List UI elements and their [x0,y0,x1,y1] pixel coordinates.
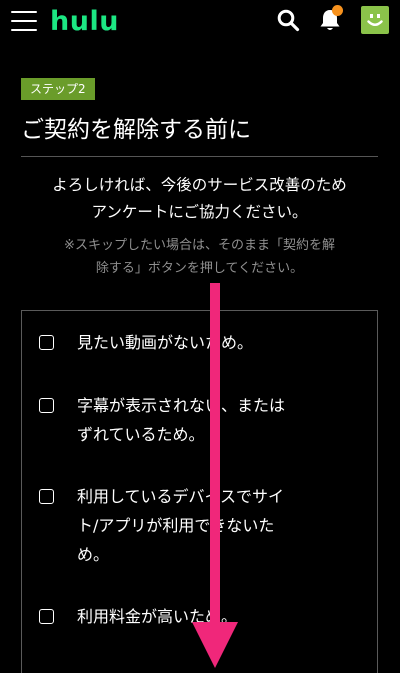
app-header: hulu [0,0,400,44]
search-icon[interactable] [276,8,300,32]
intro-line: よろしければ、今後のサービス改善のため [52,176,347,194]
survey-box: 見たい動画がないため。 字幕が表示されない、または ずれているため。 利用してい… [21,310,378,673]
option-label: 利用しているデバイスでサイ ト/アプリが利用できないた め。 [77,482,367,569]
hamburger-icon[interactable] [11,9,37,33]
option-line: 利用しているデバイスでサイ [77,487,285,506]
notification-badge [332,5,343,16]
note-line: ※スキップしたい場合は、そのまま「契約を解 [64,238,335,253]
option-line: ト/アプリが利用できないた [77,516,275,535]
smiley-avatar-icon[interactable] [361,6,389,34]
intro-text: よろしければ、今後のサービス改善のため アンケートにご協力ください。 [21,172,378,226]
hulu-logo[interactable]: hulu [50,0,119,44]
intro-line: アンケートにご協力ください。 [91,203,308,221]
checkbox-icon[interactable] [39,335,54,350]
option-line: 利用料金が高いため。 [77,607,238,626]
option-label: 見たい動画がないため。 [77,328,367,357]
option-line: 見たい動画がないため。 [77,333,254,352]
option-label: 字幕が表示されない、または ずれているため。 [77,391,367,449]
note-line: 除する」ボタンを押してください。 [95,261,304,276]
checkbox-icon[interactable] [39,398,54,413]
page-title: ご契約を解除する前に [21,117,251,143]
step-badge: ステップ2 [21,78,95,100]
checkbox-icon[interactable] [39,489,54,504]
option-line: ずれているため。 [77,425,205,444]
option-line: 字幕が表示されない、または [77,396,286,415]
option-line: め。 [77,545,110,564]
skip-note: ※スキップしたい場合は、そのまま「契約を解 除する」ボタンを押してください。 [21,234,378,280]
option-label: 利用料金が高いため。 [77,602,367,631]
title-divider [21,156,378,157]
checkbox-icon[interactable] [39,609,54,624]
